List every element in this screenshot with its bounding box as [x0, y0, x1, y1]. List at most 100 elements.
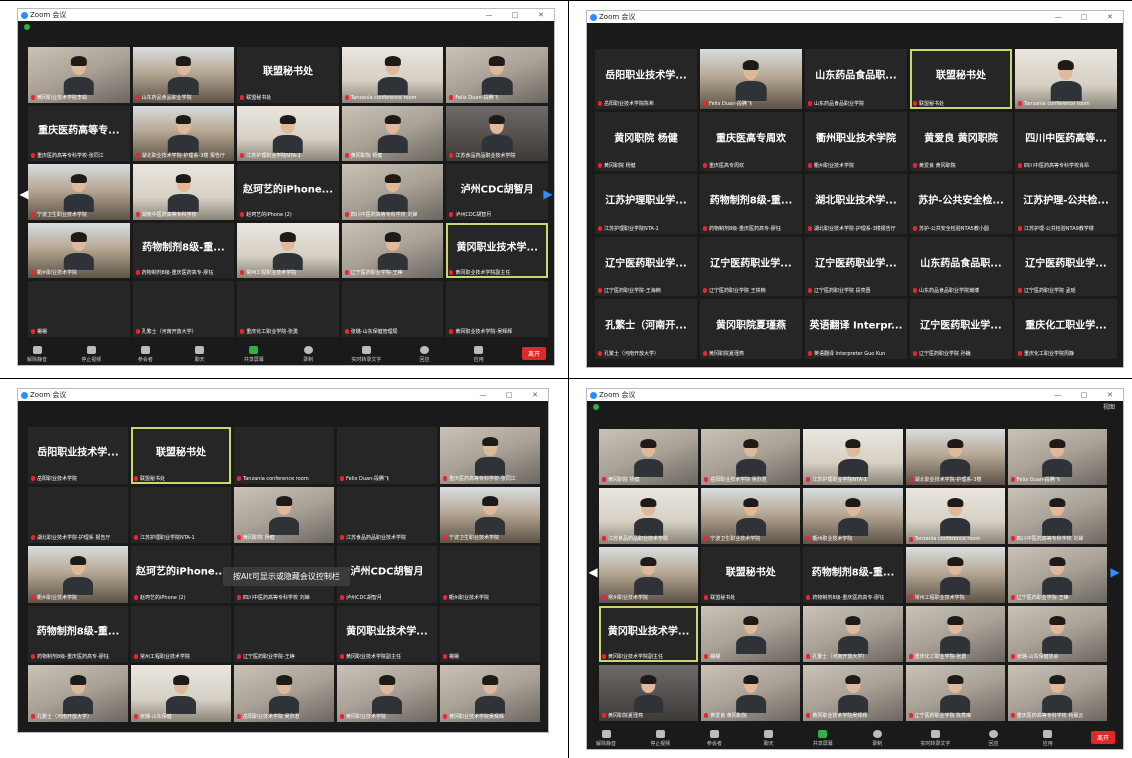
participant-tile[interactable]: 黄冈职院 杨健 黄冈职院 杨健	[595, 111, 697, 172]
participant-tile[interactable]: 重庆化工职业学院-张勇	[905, 606, 1005, 662]
participant-tile[interactable]: Felix Duan-段腾飞	[1007, 429, 1107, 485]
close-button[interactable]: ✕	[528, 11, 554, 19]
participant-tile[interactable]: 江苏护理职业学院NTA-1	[131, 486, 231, 544]
minimize-button[interactable]: —	[470, 391, 496, 399]
participant-tile[interactable]: 山东药品食品职... 山东药品食品职业学院瀚博	[910, 236, 1012, 297]
unmute-button[interactable]: 解除静音	[595, 730, 617, 747]
view-button[interactable]: 视图	[1103, 402, 1115, 411]
participant-tile[interactable]: 泸州CDC胡智月 泸州CDC胡智月	[446, 164, 548, 220]
live-transcript-button[interactable]: 实时转录文字	[920, 730, 950, 747]
participant-tile[interactable]: 辽宁医药职业学院-王峥	[341, 222, 444, 279]
participant-tile[interactable]: 湖南中医药高等专科学校	[132, 164, 235, 220]
participant-tile[interactable]: 四川中医药高等... 四川中医药高等专科学校肖昂	[1015, 111, 1117, 172]
participant-tile[interactable]: 联盟秘书处 联盟秘书处	[910, 49, 1012, 109]
participant-tile[interactable]: 四川中医药高等专科学校 刘婵	[341, 164, 444, 220]
participant-tile[interactable]: 衢州职业技术学院	[440, 546, 540, 603]
participants-button[interactable]: 参会者	[703, 730, 725, 747]
participant-tile[interactable]: 联盟秘书处 联盟秘书处	[131, 427, 231, 484]
participant-tile[interactable]: 岳阳职业技术学... 岳阳职业技术学院	[28, 427, 128, 484]
participant-tile[interactable]: 张璐-山东保健协会	[1007, 606, 1107, 662]
participant-tile[interactable]: Tanzania conference room	[341, 47, 444, 103]
share-screen-button[interactable]: 共享屏幕	[812, 730, 834, 747]
participant-tile[interactable]: 辽宁医药职业学... 辽宁医药职业学院 王铁楠	[700, 236, 802, 297]
participant-tile[interactable]: 衢州职业技术学院	[803, 488, 903, 544]
participant-tile[interactable]: 药物制剂8级-重... 药物制剂8级-重庆医药高专-廖钰	[28, 605, 128, 663]
leave-meeting-button[interactable]: 离开	[521, 347, 546, 360]
unmute-button[interactable]: 解除静音	[26, 346, 48, 363]
record-button[interactable]: 录制	[866, 730, 888, 747]
chat-button[interactable]: 聊天	[189, 346, 211, 363]
participant-tile[interactable]: 黄冈职业技术学... 黄冈职业技术学院副主任	[599, 606, 699, 662]
participant-tile[interactable]: 孔繁士（河南开放大学）	[132, 281, 235, 337]
participant-tile[interactable]: 湖北职业技术学院-护理系-3楼	[905, 429, 1005, 485]
participant-tile[interactable]: 常州职业技术学院	[599, 547, 699, 603]
minimize-button[interactable]: —	[1045, 391, 1071, 399]
participant-tile[interactable]: 山东药品食品职... 山东药品食品职业学院	[805, 49, 907, 109]
apps-button[interactable]: 应用	[1037, 730, 1059, 747]
stop-video-button[interactable]: 停止视频	[649, 730, 671, 747]
participant-tile[interactable]: 楊楊	[28, 281, 130, 337]
record-button[interactable]: 录制	[297, 346, 319, 363]
prev-page-icon[interactable]: ◀	[588, 565, 597, 579]
participant-tile[interactable]: 赵珂艺的iPhone... 赵珂艺的iPhone (2)	[131, 546, 231, 603]
participant-tile[interactable]: 孔繁士（河南开... 孔繁士（河南开放大学）	[595, 299, 697, 359]
participant-tile[interactable]: 江苏食品药品职业技术学院	[446, 105, 548, 162]
participant-tile[interactable]: 黄冈职院夏瑾燕	[599, 665, 699, 721]
live-transcript-button[interactable]: 实时转录文字	[351, 346, 381, 363]
participant-tile[interactable]: 江苏护理职业学院NTA-1	[237, 105, 339, 162]
participant-tile[interactable]: Felix Duan-段腾飞	[337, 427, 437, 484]
participant-tile[interactable]: 苏护-公共安全检... 苏护-公共安全检验NTA5教小圆	[910, 174, 1012, 234]
participant-tile[interactable]: 重庆医药高等专科学校-张同江	[440, 427, 540, 484]
participant-tile[interactable]: 黄冈职业技术学院吴辉辉	[440, 665, 540, 722]
participant-tile[interactable]: 黄爱良 黄冈职院	[701, 665, 801, 721]
participant-tile[interactable]: 楊楊	[440, 605, 540, 663]
security-shield-icon[interactable]	[24, 23, 30, 30]
participant-tile[interactable]: 辽宁医药职业学院-王峥	[234, 605, 334, 663]
participant-tile[interactable]: 山东药品食品职业学院	[132, 47, 235, 103]
participant-tile[interactable]: 辽宁医药职业学... 辽宁医药职业学院-王海楠	[595, 236, 697, 297]
participant-tile[interactable]: 岳阳职业技术学院 吴烈君	[234, 665, 334, 722]
participant-tile[interactable]: 药物制剂8级-重... 药物制剂8级-重庆医药高专-廖钰	[803, 547, 903, 603]
participant-tile[interactable]: 黄冈职院 杨健	[234, 486, 334, 544]
participant-tile[interactable]: 英语翻译 Interpr... 英语翻译 Interpreter Guo Kun	[805, 299, 907, 359]
participant-tile[interactable]: 衢州职业技术学院	[28, 546, 128, 603]
participant-tile[interactable]: 辽宁医药职业学... 辽宁医药职业学院 孙巍	[910, 299, 1012, 359]
next-page-icon[interactable]: ▶	[543, 187, 552, 201]
participant-tile[interactable]: 辽宁医药职业学... 辽宁医药职业学院 段亮晋	[805, 236, 907, 297]
leave-meeting-button[interactable]: 离开	[1090, 731, 1115, 744]
maximize-button[interactable]: □	[502, 11, 528, 19]
participant-tile[interactable]: 重庆医药高等专... 重庆医药高等专科学校-张同江	[28, 105, 130, 162]
participant-tile[interactable]: 黄冈职院 杨健	[599, 429, 699, 485]
participant-tile[interactable]: 江苏食品药品职业技术学院	[337, 486, 437, 544]
participant-tile[interactable]: 重庆医药高等专科学校 杨晨云	[1007, 665, 1107, 721]
participant-tile[interactable]: 黄冈职业技术学院吴辉辉	[803, 665, 903, 721]
maximize-button[interactable]: □	[496, 391, 522, 399]
minimize-button[interactable]: —	[1045, 13, 1071, 21]
participant-tile[interactable]: 黄冈职院夏瑾燕 黄冈职院夏瑾燕	[700, 299, 802, 359]
participant-tile[interactable]: 张璐-山东保健管理局	[341, 281, 444, 337]
participant-tile[interactable]: 联盟秘书处 联盟秘书处	[237, 47, 339, 103]
participant-tile[interactable]: 孔繁士（河南开放大学）	[28, 665, 128, 722]
participant-tile[interactable]: Tanzania conference room	[905, 488, 1005, 544]
minimize-button[interactable]: —	[476, 11, 502, 19]
participant-tile[interactable]: 常州工程职业技术学院	[237, 222, 339, 279]
participant-tile[interactable]: 宁波卫生职业技术学院	[701, 488, 801, 544]
close-button[interactable]: ✕	[1097, 391, 1123, 399]
participant-tile[interactable]: 江苏食品药品职业技术学院	[599, 488, 699, 544]
participant-tile[interactable]: 孔繁士（河南开放大学）	[803, 606, 903, 662]
participant-tile[interactable]: 湖北职业技术学院-护理系 报告厅	[28, 486, 128, 544]
participant-tile[interactable]: 宁波卫生职业技术学院	[440, 486, 540, 544]
participant-tile[interactable]: 辽宁医药职业学院 陈秀琳	[905, 665, 1005, 721]
participant-tile[interactable]: 黄冈职业技术学... 黄冈职业技术学院副主任	[337, 605, 437, 663]
participant-tile[interactable]: 衢州职业技术学院 衢州职业技术学院	[805, 111, 907, 172]
participant-tile[interactable]: 岳阳职业技术学... 岳阳职业技术学院陈希	[595, 49, 697, 109]
participant-tile[interactable]: 衢州职业技术学院	[28, 222, 130, 279]
next-page-icon[interactable]: ▶	[1110, 565, 1119, 579]
participant-tile[interactable]: 常州工程职业技术学院	[131, 605, 231, 663]
close-button[interactable]: ✕	[522, 391, 548, 399]
participants-button[interactable]: 参会者	[134, 346, 156, 363]
participant-tile[interactable]: 张璐-山东保健	[131, 665, 231, 722]
participant-tile[interactable]: Felix Duan-段腾飞	[446, 47, 548, 103]
participant-tile[interactable]: 黄冈职业技术学... 黄冈职业技术学院副主任	[446, 222, 548, 279]
participant-tile[interactable]: 赵珂艺的iPhone... 赵珂艺的iPhone (2)	[237, 164, 339, 220]
